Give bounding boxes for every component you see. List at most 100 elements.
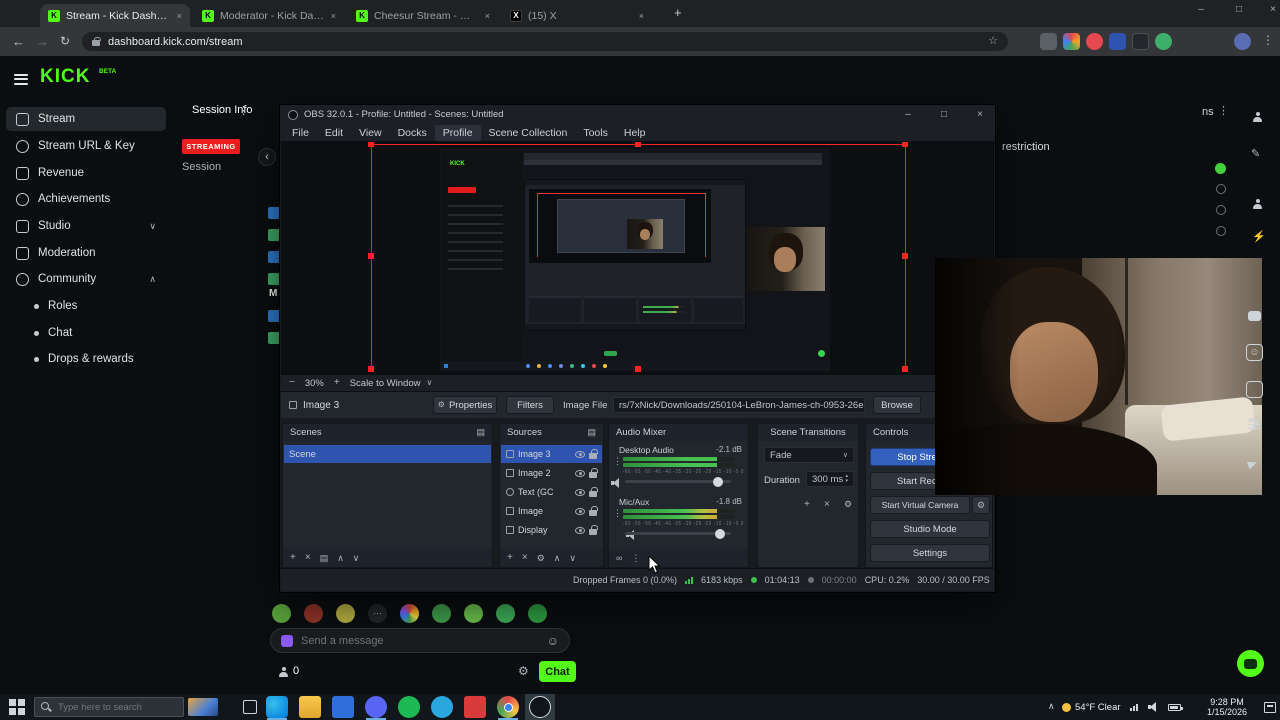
remove-scene-icon[interactable]: × xyxy=(305,553,311,563)
filters-button[interactable]: Filters xyxy=(506,396,554,414)
kick-chat-fab[interactable] xyxy=(1237,650,1264,677)
telegram-icon[interactable] xyxy=(431,696,453,718)
menu-edit[interactable]: Edit xyxy=(317,125,351,141)
sidebar-item-revenue[interactable]: Revenue xyxy=(6,161,166,185)
duration-spinner[interactable]: 300 ms ▴ ▾ xyxy=(806,471,854,487)
menu-file[interactable]: File xyxy=(284,125,317,141)
session-menu-icon[interactable]: ⋮ xyxy=(238,106,249,117)
obs-close-button[interactable]: × xyxy=(965,105,995,124)
extension-icon[interactable] xyxy=(1109,33,1126,50)
menu-tools[interactable]: Tools xyxy=(575,125,616,141)
properties-button[interactable]: ⚙ Properties xyxy=(433,396,497,414)
mixer-header[interactable]: Audio Mixer xyxy=(609,424,748,441)
sidebar-item-moderation[interactable]: Moderation xyxy=(6,241,166,265)
obs-titlebar[interactable]: OBS 32.0.1 - Profile: Untitled - Scenes:… xyxy=(280,105,995,124)
chat-send-button[interactable]: Chat xyxy=(539,661,576,682)
mixer-menu-icon[interactable]: ⋮ xyxy=(631,553,640,563)
person-icon[interactable] xyxy=(1252,110,1263,128)
visibility-eye-icon[interactable] xyxy=(575,450,585,458)
red-app-icon[interactable] xyxy=(464,696,486,718)
sidebar-item-drops-rewards[interactable]: Drops & rewards xyxy=(6,347,166,371)
taskbar-search[interactable] xyxy=(34,697,184,717)
green-app-icon[interactable] xyxy=(398,696,420,718)
channel-avatar[interactable] xyxy=(268,251,280,263)
transform-handle[interactable] xyxy=(902,366,908,372)
extension-icon[interactable] xyxy=(1063,33,1080,50)
emote-icon[interactable] xyxy=(336,604,355,623)
emote-smiley-icon[interactable]: ☺ xyxy=(1246,344,1263,361)
sidebar-item-roles[interactable]: Roles xyxy=(6,294,166,318)
gif-icon[interactable] xyxy=(1246,381,1263,398)
virtual-camera-config-button[interactable]: ⚙ xyxy=(972,496,990,514)
menu-help[interactable]: Help xyxy=(616,125,654,141)
add-source-icon[interactable]: + xyxy=(507,553,513,563)
transition-properties-icon[interactable]: ⚙ xyxy=(844,500,852,509)
browser-tab-stream[interactable]: K Stream - Kick Dashboard × xyxy=(40,4,190,27)
lock-icon[interactable] xyxy=(589,505,598,516)
source-properties-icon[interactable]: ⚙ xyxy=(537,553,545,563)
radio-option[interactable] xyxy=(1216,184,1226,194)
emote-icon[interactable] xyxy=(464,604,483,623)
radio-option[interactable] xyxy=(1216,205,1226,215)
panel-menu-icon[interactable]: ⋮ xyxy=(1218,106,1229,117)
emote-icon[interactable] xyxy=(432,604,451,623)
send-icon[interactable] xyxy=(1246,455,1259,473)
sidebar-item-studio[interactable]: Studio ∨ xyxy=(6,214,166,238)
visibility-eye-icon[interactable] xyxy=(575,469,585,477)
spin-down-icon[interactable]: ▾ xyxy=(845,479,848,484)
transform-handle[interactable] xyxy=(635,142,641,147)
move-up-icon[interactable]: ∧ xyxy=(337,553,344,563)
emote-icon[interactable] xyxy=(304,604,323,623)
chat-message-box[interactable]: ☺ xyxy=(270,628,570,653)
studio-mode-button[interactable]: Studio Mode xyxy=(870,520,990,538)
tab-close-icon[interactable]: × xyxy=(177,11,182,21)
scenes-header[interactable]: Scenes ▤ xyxy=(283,424,492,441)
chat-settings-sliders-icon[interactable] xyxy=(1248,417,1260,432)
obs-preview-canvas[interactable]: KICK xyxy=(281,142,994,375)
transform-handle[interactable] xyxy=(368,142,374,147)
battery-icon[interactable] xyxy=(1168,704,1183,711)
transitions-header[interactable]: Scene Transitions xyxy=(758,424,858,441)
transition-dropdown[interactable]: Fade ∨ xyxy=(764,447,854,463)
virtual-camera-button[interactable]: Start Virtual Camera xyxy=(870,496,970,514)
lock-icon[interactable] xyxy=(589,448,598,459)
reload-icon[interactable]: ↻ xyxy=(60,35,70,47)
emote-icon[interactable] xyxy=(400,604,419,623)
network-icon[interactable] xyxy=(1130,704,1138,711)
obs-minimize-button[interactable]: – xyxy=(893,105,923,124)
extension-icon[interactable] xyxy=(1086,33,1103,50)
channel-avatar[interactable] xyxy=(268,332,280,344)
speaker-icon[interactable] xyxy=(611,478,622,488)
taskbar-search-input[interactable] xyxy=(58,701,177,713)
hamburger-menu-icon[interactable] xyxy=(14,71,28,87)
discord-icon[interactable] xyxy=(365,696,387,718)
visibility-eye-icon[interactable] xyxy=(575,507,585,515)
emote-icon[interactable] xyxy=(272,604,291,623)
sidebar-item-stream[interactable]: Stream xyxy=(6,107,166,131)
task-view-icon[interactable] xyxy=(243,700,257,714)
edge-icon[interactable] xyxy=(266,696,288,718)
transform-handle[interactable] xyxy=(368,366,374,372)
transform-handle[interactable] xyxy=(635,366,641,372)
visibility-eye-icon[interactable] xyxy=(575,488,585,496)
channel-avatar[interactable] xyxy=(268,273,280,285)
chat-settings-gear-icon[interactable]: ⚙ xyxy=(518,665,529,677)
window-minimize-button[interactable]: – xyxy=(1186,0,1216,19)
obs-window[interactable]: OBS 32.0.1 - Profile: Untitled - Scenes:… xyxy=(280,105,995,592)
address-bar[interactable]: dashboard.kick.com/stream ☆ xyxy=(82,32,1008,51)
chrome-icon[interactable] xyxy=(497,696,519,718)
lock-icon[interactable] xyxy=(589,486,598,497)
news-widget-thumbnail[interactable] xyxy=(188,698,218,716)
browse-button[interactable]: Browse xyxy=(873,396,921,414)
menu-scene-collection[interactable]: Scene Collection xyxy=(481,125,576,141)
menu-view[interactable]: View xyxy=(351,125,390,141)
move-down-icon[interactable]: ∨ xyxy=(353,553,360,563)
identity-badge-icon[interactable] xyxy=(281,634,293,647)
remove-transition-icon[interactable]: × xyxy=(824,500,830,510)
scene-list-item[interactable]: Scene xyxy=(284,445,491,463)
source-row[interactable]: Image 3 xyxy=(501,445,602,463)
panel-grid-icon[interactable]: ▤ xyxy=(476,428,485,437)
channel-avatar[interactable] xyxy=(268,207,280,219)
lock-icon[interactable] xyxy=(589,467,598,478)
collapse-panel-button[interactable]: ‹ xyxy=(258,148,276,166)
